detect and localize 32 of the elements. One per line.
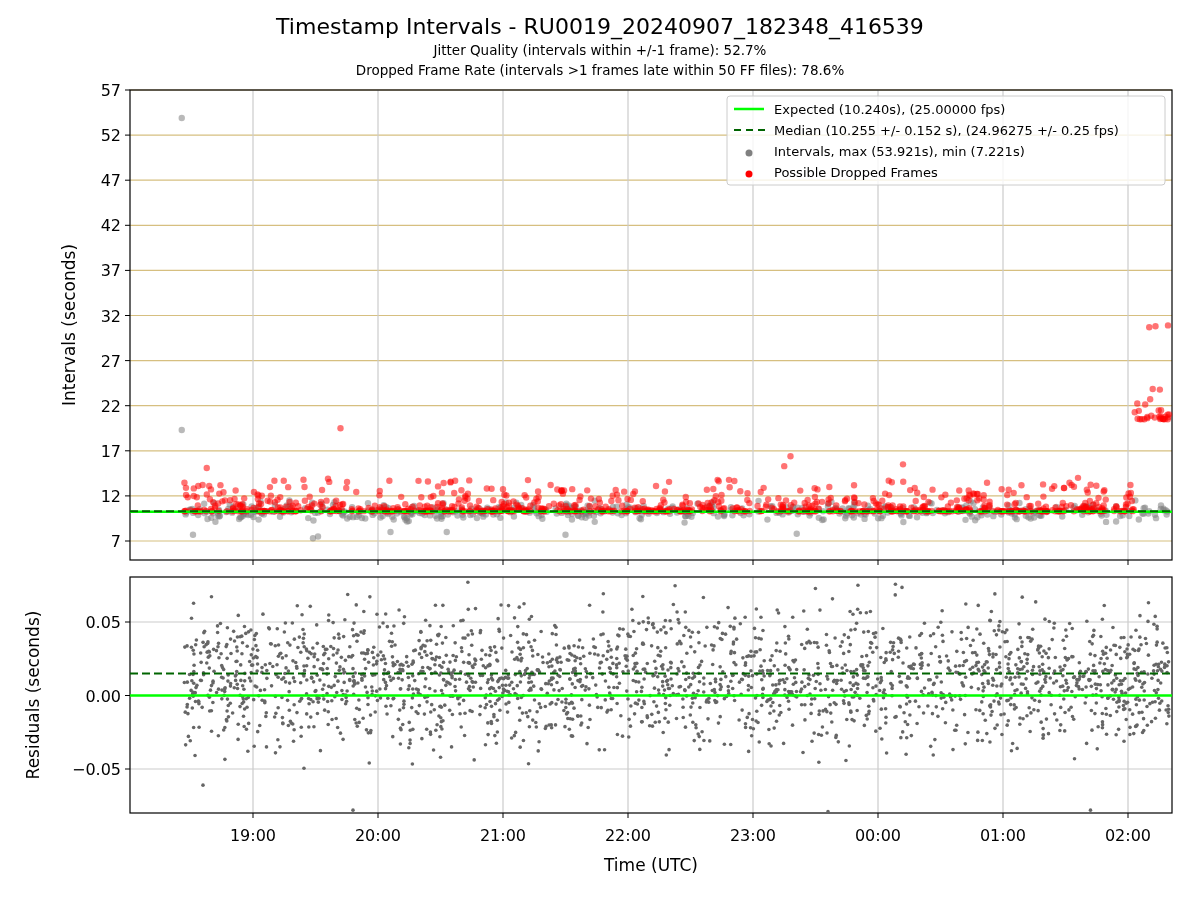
y-tick-label: 42 [100,216,121,236]
y-tick-label: 32 [100,306,121,326]
x-tick-label: 23:00 [729,826,777,845]
y-tick-label: 47 [100,171,121,191]
chart-title: Timestamp Intervals - RU0019_20240907_182348_416539 [276,14,924,40]
legend-label: Possible Dropped Frames [774,165,938,180]
x-tick-label: 20:00 [354,826,402,845]
y-tick-label: 37 [100,261,121,281]
x-tick-label: 22:00 [604,826,652,845]
y-tick-label: 12 [100,486,121,506]
y-tick-label: 0.05 [85,613,121,632]
x-tick-label: 02:00 [1104,826,1152,845]
y-tick-label: 22 [100,396,121,416]
chart-subtitle: Dropped Frame Rate (intervals >1 frames late within 50 FF files): 78.6% [355,61,845,80]
y-tick-label: 17 [100,441,121,461]
y-tick-label: 0.00 [85,686,121,706]
x-tick-label: 21:00 [479,826,527,845]
x-tick-label: 00:00 [854,826,902,845]
x-tick-label: 19:00 [229,826,277,845]
x-tick-label: 01:00 [979,826,1027,845]
y-tick-label: −0.05 [71,760,121,779]
chart-subtitle: Jitter Quality (intervals within +/-1 frame): 52.7% [433,41,767,60]
y-tick-label: 27 [100,351,121,371]
y-tick-label: 7 [110,532,121,551]
y-axis-label: Intervals (seconds) [59,243,79,407]
y-tick-label: 57 [100,81,121,100]
y-tick-label: 52 [100,126,121,146]
x-axis-label: Time (UTC) [604,855,698,875]
legend-label: Intervals, max (53.921s), min (7.221s) [774,144,1025,159]
y-axis-label: Residuals (seconds) [23,610,43,780]
legend-label: Expected (10.240s), (25.00000 fps) [774,102,1006,117]
legend-label: Median (10.255 +/- 0.152 s), (24.96275 +/- 0.25 fps) [774,123,1119,138]
